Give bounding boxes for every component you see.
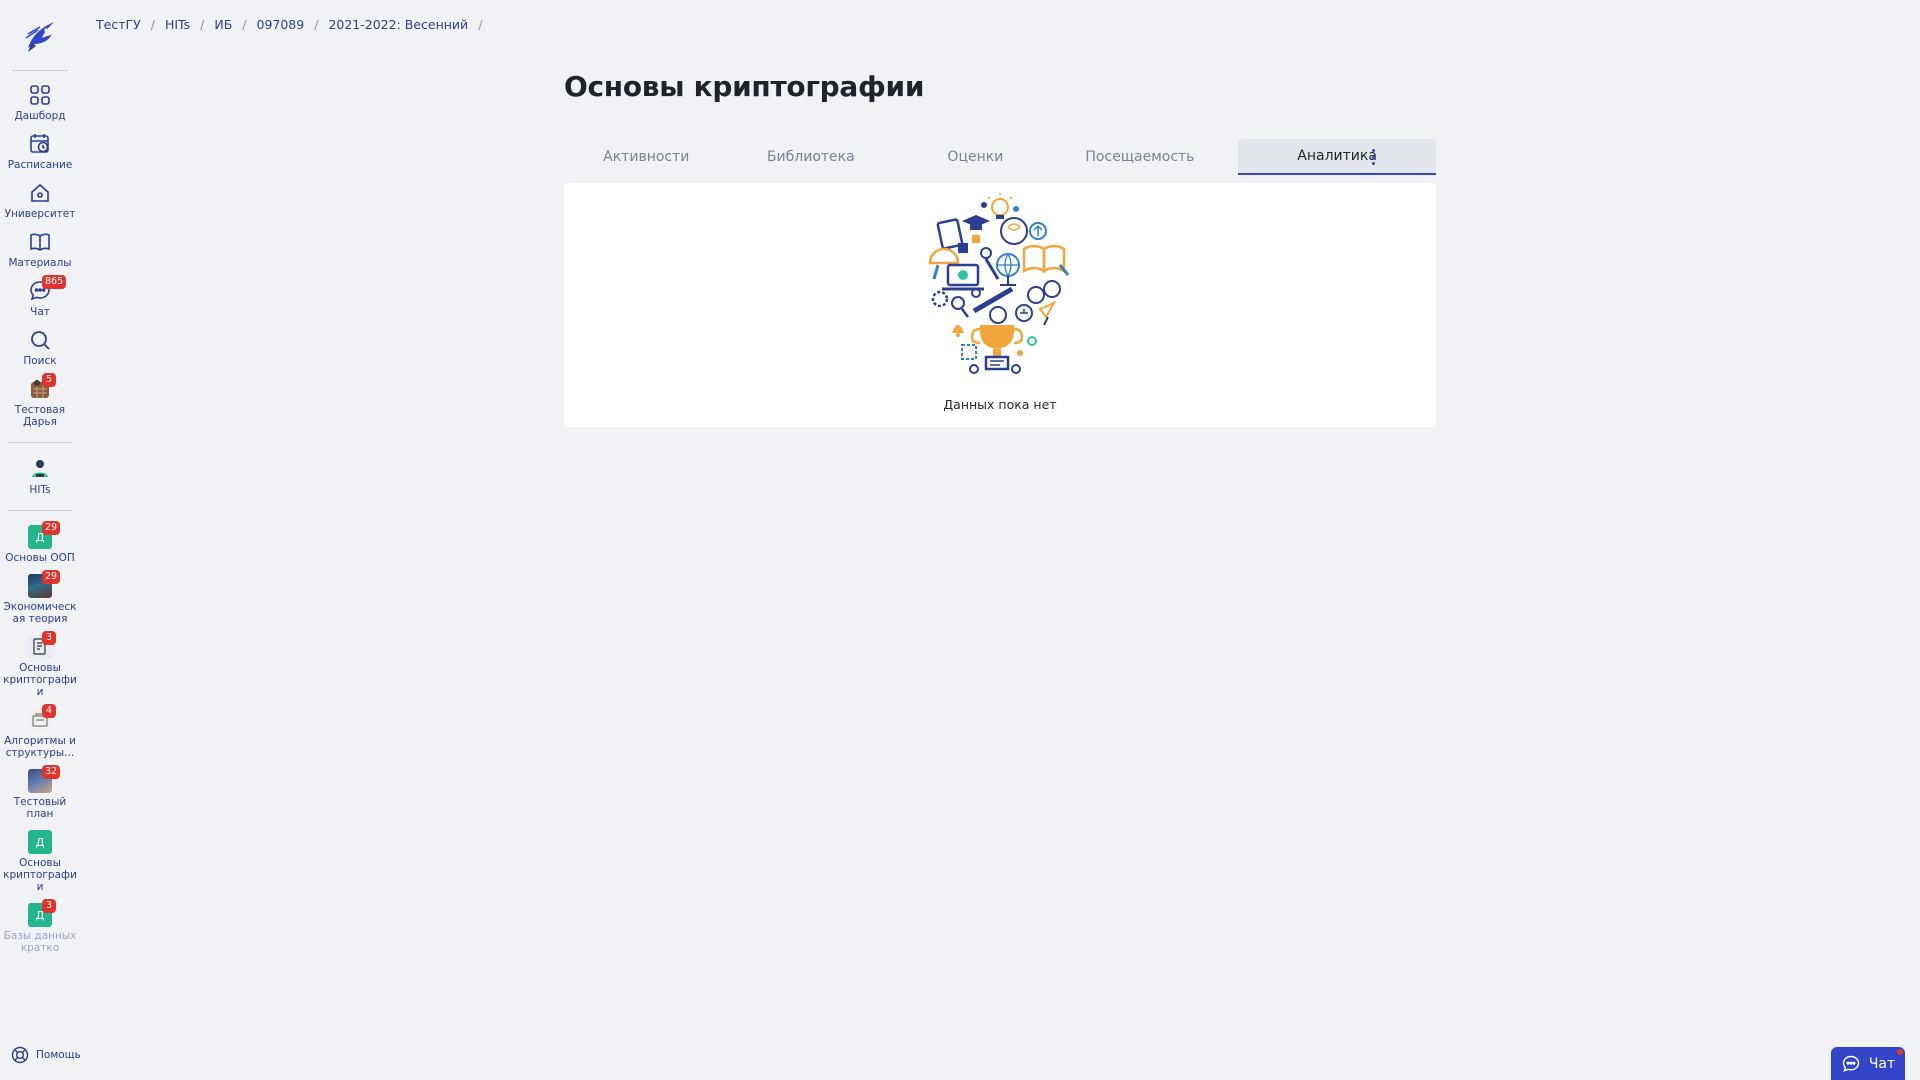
breadcrumb-item[interactable]: HITs (165, 17, 190, 32)
sidebar-item-schedule[interactable]: Расписание (0, 128, 80, 177)
sidebar-item-label: Алгоритмы и структуры... (4, 735, 76, 759)
lifebuoy-icon (11, 1046, 29, 1064)
sidebar-item-label: Тестовый план (13, 796, 67, 820)
sidebar-item-hits[interactable]: HITs (0, 453, 80, 502)
unread-badge: 865 (42, 275, 67, 289)
home-icon (31, 183, 49, 202)
chat-bubble-icon (1842, 1055, 1860, 1072)
tab-analytics[interactable]: Аналитика (1238, 139, 1437, 175)
sidebar-course-databases[interactable]: Д 3 Базы данных кратко (0, 899, 80, 960)
search-icon (31, 331, 50, 350)
sidebar-course-test-plan[interactable]: 32 Тестовый план (0, 765, 80, 826)
sidebar-divider (8, 442, 72, 443)
notification-badge: 3 (42, 899, 56, 913)
tab-library[interactable]: Библиотека (729, 139, 894, 175)
book-icon (30, 233, 50, 251)
sidebar-course-crypto[interactable]: 3 Основы криптографии (0, 631, 80, 704)
course-icon: Д (28, 830, 52, 854)
course-tabs: Активности Библиотека Оценки Посещаемост… (564, 139, 1437, 175)
sidebar-item-label: Экономическая теория (3, 601, 77, 625)
hits-logo-icon (32, 460, 48, 477)
notification-badge: 32 (42, 765, 61, 779)
tab-grades[interactable]: Оценки (893, 139, 1058, 175)
sidebar: Дашборд Расписание Университет Материалы… (0, 0, 80, 1080)
sidebar-item-label: Основы криптографии (3, 662, 77, 698)
breadcrumb-item[interactable]: 097089 (257, 17, 305, 32)
help-label: Помощь (36, 1049, 81, 1061)
sidebar-divider (8, 510, 72, 511)
sidebar-item-label: Поиск (23, 355, 57, 367)
tab-activities[interactable]: Активности (564, 139, 729, 175)
sidebar-item-label: Университет (4, 208, 76, 220)
help-button[interactable]: Помощь (10, 1045, 81, 1065)
tab-attendance[interactable]: Посещаемость (1058, 139, 1223, 175)
sidebar-item-label: Основы криптографии (3, 857, 77, 893)
sidebar-item-label: Базы данных кратко (3, 930, 77, 954)
notification-badge: 5 (42, 373, 56, 387)
sidebar-item-label: Тестовая Дарья (14, 404, 66, 428)
calendar-clock-icon (30, 134, 49, 153)
tab-analytics-label: Аналитика (1297, 148, 1377, 164)
breadcrumb-item[interactable]: 2021-2022: Весенний (328, 17, 468, 32)
sidebar-course-economics[interactable]: 29 Экономическая теория (0, 570, 80, 631)
sidebar-item-label: Дашборд (14, 110, 66, 122)
more-vertical-icon[interactable] (1370, 149, 1376, 165)
breadcrumb-separator: / (314, 17, 319, 32)
sidebar-item-chat[interactable]: 865 Чат (0, 275, 80, 324)
sidebar-item-label: Материалы (8, 257, 72, 269)
education-illustration-icon (928, 193, 1070, 374)
sidebar-divider (12, 70, 68, 71)
sidebar-course-crypto-2[interactable]: Д Основы криптографии (0, 826, 80, 899)
chat-widget-button[interactable]: Чат (1831, 1047, 1905, 1080)
notification-badge: 3 (42, 631, 56, 645)
breadcrumb: ТестГУ / HITs / ИБ / 097089 / 2021-2022:… (96, 17, 492, 32)
sidebar-item-label: Расписание (7, 159, 73, 171)
breadcrumb-separator: / (242, 17, 247, 32)
sidebar-item-dashboard[interactable]: Дашборд (0, 79, 80, 128)
sidebar-item-label: Основы ООП (5, 552, 75, 564)
sidebar-item-university[interactable]: Университет (0, 177, 80, 226)
page-title: Основы криптографии (564, 70, 925, 103)
unread-dot (1897, 1049, 1903, 1055)
empty-state-text: Данных пока нет (943, 397, 1057, 412)
breadcrumb-separator: / (478, 17, 483, 32)
chat-widget-label: Чат (1868, 1055, 1896, 1072)
sidebar-item-search[interactable]: Поиск (0, 324, 80, 373)
breadcrumb-separator: / (150, 17, 155, 32)
sidebar-course-oop[interactable]: Д 29 Основы ООП (0, 521, 80, 570)
breadcrumb-item[interactable]: ИБ (214, 17, 232, 32)
notification-badge: 4 (42, 704, 56, 718)
notification-badge: 29 (42, 570, 61, 584)
analytics-panel: Данных пока нет (564, 183, 1436, 427)
sidebar-course-algorithms[interactable]: 4 Алгоритмы и структуры... (0, 704, 80, 765)
breadcrumb-separator: / (200, 17, 205, 32)
notification-badge: 29 (42, 521, 61, 535)
sidebar-item-profile[interactable]: 5 Тестовая Дарья (0, 373, 80, 434)
app-logo-icon[interactable] (22, 18, 58, 56)
grid-icon (30, 85, 50, 105)
breadcrumb-item[interactable]: ТестГУ (96, 17, 141, 32)
sidebar-item-label: HITs (29, 484, 51, 496)
sidebar-item-materials[interactable]: Материалы (0, 226, 80, 275)
sidebar-item-label: Чат (30, 306, 50, 318)
